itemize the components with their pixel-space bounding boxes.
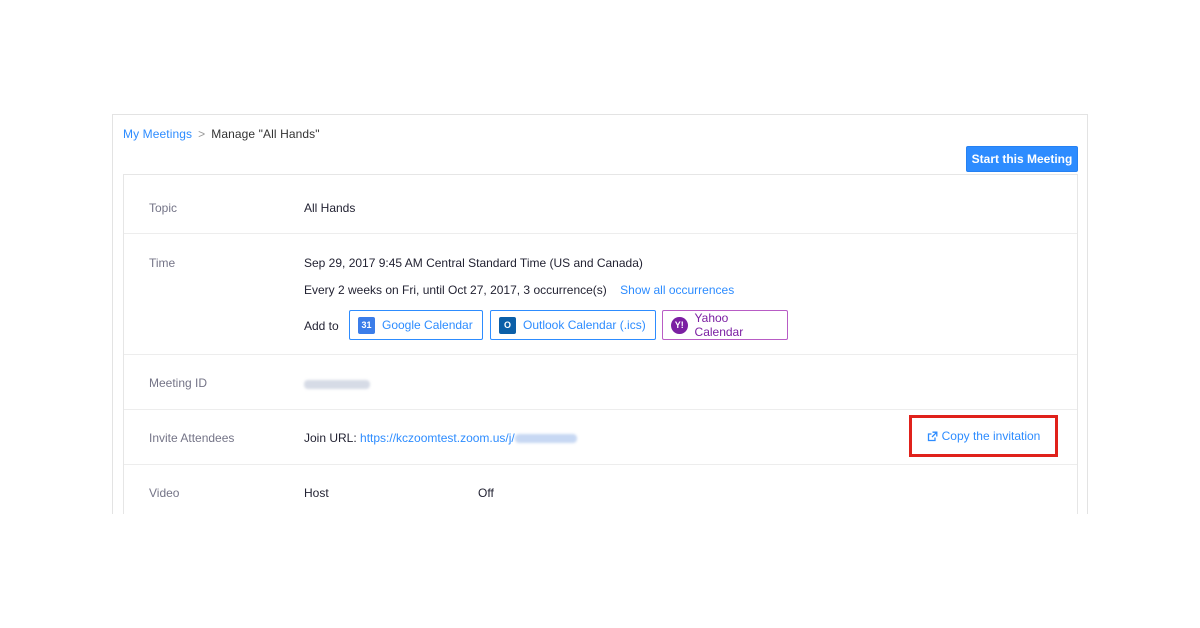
- yahoo-icon: Y!: [671, 316, 688, 334]
- video-host-label: Host: [304, 486, 329, 500]
- copy-invitation-button[interactable]: Copy the invitation: [909, 415, 1058, 457]
- time-recurrence: Every 2 weeks on Fri, until Oct 27, 2017…: [304, 283, 734, 297]
- topic-row: Topic All Hands: [124, 175, 1077, 234]
- breadcrumb: My Meetings > Manage "All Hands": [123, 127, 320, 141]
- redacted-meeting-number: [514, 434, 577, 444]
- copy-invitation-label: Copy the invitation: [941, 429, 1041, 443]
- add-to-label: Add to: [304, 319, 339, 333]
- start-meeting-button[interactable]: Start this Meeting: [966, 146, 1078, 172]
- video-row: Video Host Off: [124, 465, 1077, 514]
- topic-label: Topic: [149, 201, 178, 215]
- join-url: Join URL: https://kczoomtest.zoom.us/j/: [304, 431, 577, 445]
- outlook-icon: O: [499, 316, 516, 334]
- google-calendar-label: Google Calendar: [382, 318, 473, 332]
- breadcrumb-my-meetings[interactable]: My Meetings: [123, 127, 192, 141]
- join-url-label: Join URL:: [304, 431, 357, 445]
- time-start: Sep 29, 2017 9:45 AM Central Standard Ti…: [304, 256, 643, 270]
- copy-icon: [927, 431, 938, 441]
- time-label: Time: [149, 256, 176, 270]
- invite-attendees-label: Invite Attendees: [149, 431, 235, 445]
- breadcrumb-separator: >: [198, 127, 206, 141]
- video-label: Video: [149, 486, 180, 500]
- meeting-id-row: Meeting ID: [124, 355, 1077, 410]
- google-calendar-button[interactable]: 31 Google Calendar: [349, 310, 483, 340]
- outlook-calendar-label: Outlook Calendar (.ics): [523, 318, 646, 332]
- meeting-details-panel: Topic All Hands Time Sep 29, 2017 9:45 A…: [123, 174, 1078, 514]
- join-url-link[interactable]: https://kczoomtest.zoom.us/j/: [360, 431, 515, 445]
- yahoo-calendar-button[interactable]: Y! Yahoo Calendar: [662, 310, 788, 340]
- yahoo-calendar-label: Yahoo Calendar: [694, 311, 744, 339]
- google-calendar-icon: 31: [358, 316, 375, 334]
- show-all-occurrences-link[interactable]: Show all occurrences: [620, 283, 734, 297]
- outlook-calendar-button[interactable]: O Outlook Calendar (.ics): [490, 310, 656, 340]
- invite-attendees-row: Invite Attendees Join URL: https://kczoo…: [124, 410, 1077, 465]
- redacted-meeting-id: [304, 380, 370, 390]
- meeting-id-label: Meeting ID: [149, 376, 208, 390]
- time-row: Time Sep 29, 2017 9:45 AM Central Standa…: [124, 234, 1077, 355]
- meeting-id-value-redacted: [304, 377, 370, 391]
- video-host-value: Off: [478, 486, 494, 500]
- meeting-frame: My Meetings > Manage "All Hands" Start thi…: [112, 114, 1088, 514]
- topic-value: All Hands: [304, 201, 356, 215]
- breadcrumb-current: Manage "All Hands": [211, 127, 320, 141]
- recurrence-text: Every 2 weeks on Fri, until Oct 27, 2017…: [304, 283, 607, 297]
